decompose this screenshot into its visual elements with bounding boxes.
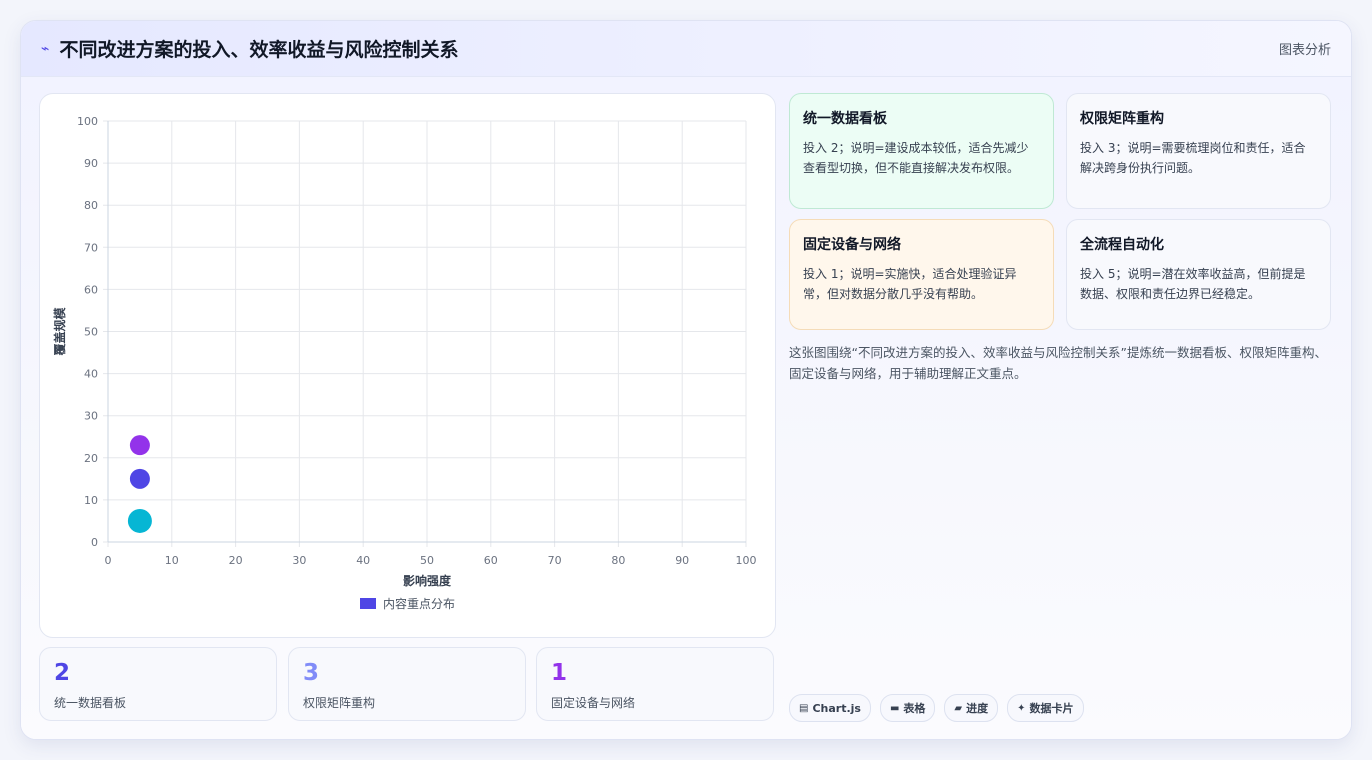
y-tick-label: 0: [91, 536, 98, 549]
x-tick-label: 100: [736, 554, 757, 567]
y-tick-label: 50: [84, 326, 98, 339]
scatter-point: [129, 435, 150, 456]
scatter-point: [127, 508, 152, 533]
progress-icon: ▰: [954, 702, 963, 714]
info-card-full-automation: 全流程自动化 投入 5；说明=潜在效率收益高，但前提是数据、权限和责任边界已经稳…: [1066, 219, 1331, 330]
stat-value: 2: [54, 660, 71, 686]
main-card: ⌁ 不同改进方案的投入、效率收益与风险控制关系 图表分析 0 10 20 30 40 50…: [20, 20, 1352, 740]
stat-value: 1: [551, 660, 568, 686]
lightning-icon: ⌁: [41, 40, 50, 57]
x-tick-label: 30: [292, 554, 306, 567]
scatter-point: [129, 468, 150, 489]
info-card-unified-dashboard: 统一数据看板 投入 2；说明=建设成本较低，适合先减少查看型切换，但不能直接解决…: [789, 93, 1054, 209]
info-card-title: 全流程自动化: [1080, 237, 1164, 253]
y-tick-label: 10: [84, 494, 98, 507]
info-card-text: 投入 3；说明=需要梳理岗位和责任，适合解决跨身份执行问题。: [1080, 141, 1306, 175]
stat-card-3: 1 固定设备与网络: [536, 647, 774, 721]
x-tick-label: 60: [484, 554, 498, 567]
legend-label: 内容重点分布: [383, 596, 455, 611]
sparkle-icon: ✦: [1017, 702, 1026, 714]
table-icon: ▬: [889, 702, 900, 714]
chart-icon: ▤: [799, 702, 809, 714]
stat-label: 统一数据看板: [54, 696, 127, 710]
y-axis-label: 覆盖规模: [52, 307, 67, 357]
content-area: 0 10 20 30 40 50 60 70 80 90 100 0 10 20 30 40 50 60 70 80 9…: [21, 77, 1351, 739]
info-card-title: 固定设备与网络: [803, 237, 901, 253]
header-tag: 图表分析: [1278, 43, 1331, 58]
chip-data-card[interactable]: ✦ 数据卡片: [1007, 694, 1084, 722]
chip-label: Chart.js: [812, 701, 861, 715]
x-tick-label: 0: [105, 554, 112, 567]
info-card-text: 投入 5；说明=潜在效率收益高，但前提是数据、权限和责任边界已经稳定。: [1080, 267, 1306, 301]
info-card-title: 权限矩阵重构: [1080, 111, 1164, 127]
y-tick-label: 60: [84, 283, 98, 296]
y-tick-label: 70: [84, 241, 98, 254]
x-axis-label: 影响强度: [403, 573, 452, 588]
y-tick-label: 30: [84, 410, 98, 423]
chart-panel: 0 10 20 30 40 50 60 70 80 90 100 0 10 20 30 40 50 60 70 80 9…: [39, 93, 776, 638]
stat-label: 权限矩阵重构: [303, 696, 376, 710]
info-card-fixed-device: 固定设备与网络 投入 1；说明=实施快，适合处理验证异常，但对数据分散几乎没有帮…: [789, 219, 1054, 330]
y-tick-label: 100: [77, 115, 98, 128]
chart-description: 这张图围绕“不同改进方案的投入、效率收益与风险控制关系”提炼统一数据看板、权限矩…: [789, 345, 1327, 381]
x-tick-label: 90: [675, 554, 689, 567]
info-card-title: 统一数据看板: [803, 111, 887, 127]
stat-label: 固定设备与网络: [551, 696, 636, 710]
y-tick-label: 40: [84, 368, 98, 381]
chip-label: 表格: [903, 702, 926, 715]
y-tick-label: 80: [84, 199, 98, 212]
y-tick-label: 90: [84, 157, 98, 170]
chip-label: 进度: [966, 702, 989, 715]
x-tick-label: 50: [420, 554, 434, 567]
x-tick-label: 70: [548, 554, 562, 567]
chip-chartjs[interactable]: ▤ Chart.js: [789, 694, 871, 722]
header: ⌁ 不同改进方案的投入、效率收益与风险控制关系 图表分析: [21, 21, 1351, 77]
chip-label: 数据卡片: [1029, 702, 1074, 715]
stat-card-2: 3 权限矩阵重构: [288, 647, 526, 721]
scatter-chart: 0 10 20 30 40 50 60 70 80 90 100 0 10 20 30 40 50 60 70 80 9…: [52, 115, 757, 611]
page-title: 不同改进方案的投入、效率收益与风险控制关系: [59, 39, 459, 61]
legend-swatch: [360, 598, 376, 609]
x-tick-label: 40: [356, 554, 370, 567]
x-tick-label: 10: [165, 554, 179, 567]
stat-card-1: 2 统一数据看板: [39, 647, 277, 721]
info-card-permission-matrix: 权限矩阵重构 投入 3；说明=需要梳理岗位和责任，适合解决跨身份执行问题。: [1066, 93, 1331, 209]
x-tick-label: 20: [229, 554, 243, 567]
chip-row: ▤ Chart.js ▬ 表格 ▰ 进度 ✦ 数据卡片: [789, 694, 1084, 722]
stat-value: 3: [303, 660, 320, 686]
chip-table[interactable]: ▬ 表格: [879, 694, 936, 722]
info-card-text: 投入 1；说明=实施快，适合处理验证异常，但对数据分散几乎没有帮助。: [803, 267, 1017, 301]
x-tick-label: 80: [611, 554, 625, 567]
info-card-text: 投入 2；说明=建设成本较低，适合先减少查看型切换，但不能直接解决发布权限。: [803, 141, 1029, 175]
y-tick-label: 20: [84, 452, 98, 465]
chip-progress[interactable]: ▰ 进度: [944, 694, 999, 722]
